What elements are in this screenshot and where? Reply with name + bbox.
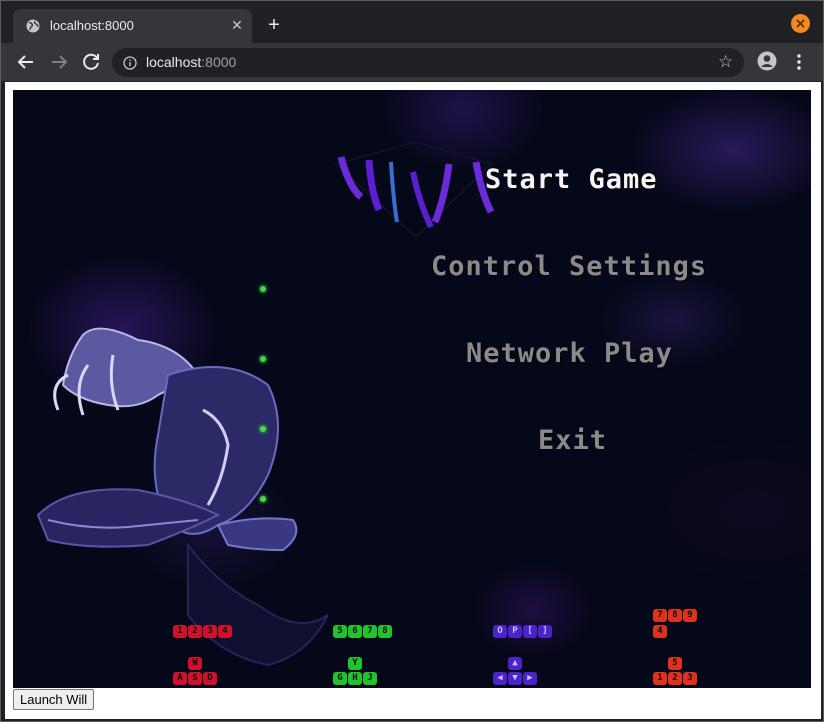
key-chip: Y bbox=[348, 657, 362, 670]
key-chip: 4 bbox=[653, 625, 667, 638]
key-chip: G bbox=[333, 672, 347, 685]
lantern-artwork bbox=[333, 142, 495, 237]
key-chip: 1 bbox=[173, 625, 187, 638]
url-port: :8000 bbox=[201, 54, 237, 70]
browser-toolbar: localhost:8000 ☆ bbox=[1, 43, 823, 81]
key-chip: A bbox=[173, 672, 187, 685]
menu-exit[interactable]: Exit bbox=[538, 425, 607, 456]
forward-arrow-icon[interactable] bbox=[47, 50, 71, 74]
new-tab-button[interactable]: + bbox=[263, 14, 285, 36]
tab-strip: localhost:8000 ✕ + bbox=[1, 1, 823, 43]
close-icon bbox=[796, 19, 805, 28]
player1-keys-up: W bbox=[188, 657, 202, 670]
back-arrow-icon[interactable] bbox=[14, 50, 38, 74]
key-chip: H bbox=[348, 672, 362, 685]
key-chip: 8 bbox=[668, 609, 682, 622]
key-chip: 3 bbox=[203, 625, 217, 638]
menu-network-play[interactable]: Network Play bbox=[466, 338, 673, 369]
key-chip: P bbox=[508, 625, 522, 638]
globe-icon bbox=[26, 19, 40, 33]
player3-keys-bottom: ◀ ▼ ▶ bbox=[493, 672, 537, 685]
profile-avatar-icon[interactable] bbox=[757, 51, 777, 71]
key-chip: [ bbox=[523, 625, 537, 638]
key-chip: O bbox=[493, 625, 507, 638]
key-chip: J bbox=[363, 672, 377, 685]
key-chip: 7 bbox=[363, 625, 377, 638]
player4-keys-top-b: 4 bbox=[653, 625, 667, 638]
address-bar[interactable]: localhost:8000 ☆ bbox=[112, 48, 744, 77]
key-chip: 4 bbox=[218, 625, 232, 638]
url-host: localhost bbox=[146, 54, 202, 70]
player1-keys-top: 1234 bbox=[173, 625, 232, 638]
key-chip: 7 bbox=[653, 609, 667, 622]
key-chip: S bbox=[188, 672, 202, 685]
key-chip: ▲ bbox=[508, 657, 522, 670]
menu-control-settings[interactable]: Control Settings bbox=[431, 251, 707, 282]
url-text[interactable]: localhost:8000 bbox=[146, 54, 236, 70]
launch-will-button[interactable]: Launch Will bbox=[13, 689, 95, 710]
player4-keys-top-a: 789 bbox=[653, 609, 697, 622]
player3-keys-up: ▲ bbox=[508, 657, 522, 670]
bookmark-star-icon[interactable]: ☆ bbox=[718, 52, 733, 72]
key-chip: 2 bbox=[188, 625, 202, 638]
key-chip: 6 bbox=[348, 625, 362, 638]
key-chip: 2 bbox=[668, 672, 682, 685]
player3-keys-top: O P[] bbox=[493, 625, 552, 638]
player4-keys-bottom: 123 bbox=[653, 672, 697, 685]
key-chip: 1 bbox=[653, 672, 667, 685]
key-chip: 9 bbox=[683, 609, 697, 622]
key-chip: ◀ bbox=[493, 672, 507, 685]
browser-window: localhost:8000 ✕ + localhost:8000 ☆ Star… bbox=[0, 0, 824, 722]
reload-icon[interactable] bbox=[79, 50, 103, 74]
key-chip: ] bbox=[538, 625, 552, 638]
key-chip: ▼ bbox=[508, 672, 522, 685]
tab-close-icon[interactable]: ✕ bbox=[228, 17, 246, 35]
key-chip: W bbox=[188, 657, 202, 670]
game-canvas[interactable]: Start Game Control Settings Network Play… bbox=[13, 90, 811, 688]
player2-keys-up: Y bbox=[348, 657, 362, 670]
player4-keys-up: 5 bbox=[668, 657, 682, 670]
browser-tab[interactable]: localhost:8000 ✕ bbox=[13, 9, 252, 43]
player2-keys-top: 5678 bbox=[333, 625, 392, 638]
more-menu-icon[interactable] bbox=[791, 52, 807, 72]
key-chip: ▶ bbox=[523, 672, 537, 685]
window-close-button[interactable] bbox=[791, 14, 810, 33]
key-chip: 5 bbox=[333, 625, 347, 638]
info-icon[interactable] bbox=[123, 56, 137, 70]
tab-title: localhost:8000 bbox=[50, 18, 134, 33]
key-chip: 8 bbox=[378, 625, 392, 638]
page-viewport: Start Game Control Settings Network Play… bbox=[5, 82, 821, 719]
key-chip: 3 bbox=[683, 672, 697, 685]
player2-keys-bottom: GHJ bbox=[333, 672, 377, 685]
green-spark bbox=[260, 496, 266, 502]
menu-start-game[interactable]: Start Game bbox=[485, 164, 658, 195]
key-chip: 5 bbox=[668, 657, 682, 670]
green-spark bbox=[260, 356, 266, 362]
green-spark bbox=[260, 426, 266, 432]
player1-keys-bottom: ASD bbox=[173, 672, 217, 685]
green-spark bbox=[260, 286, 266, 292]
key-chip: D bbox=[203, 672, 217, 685]
